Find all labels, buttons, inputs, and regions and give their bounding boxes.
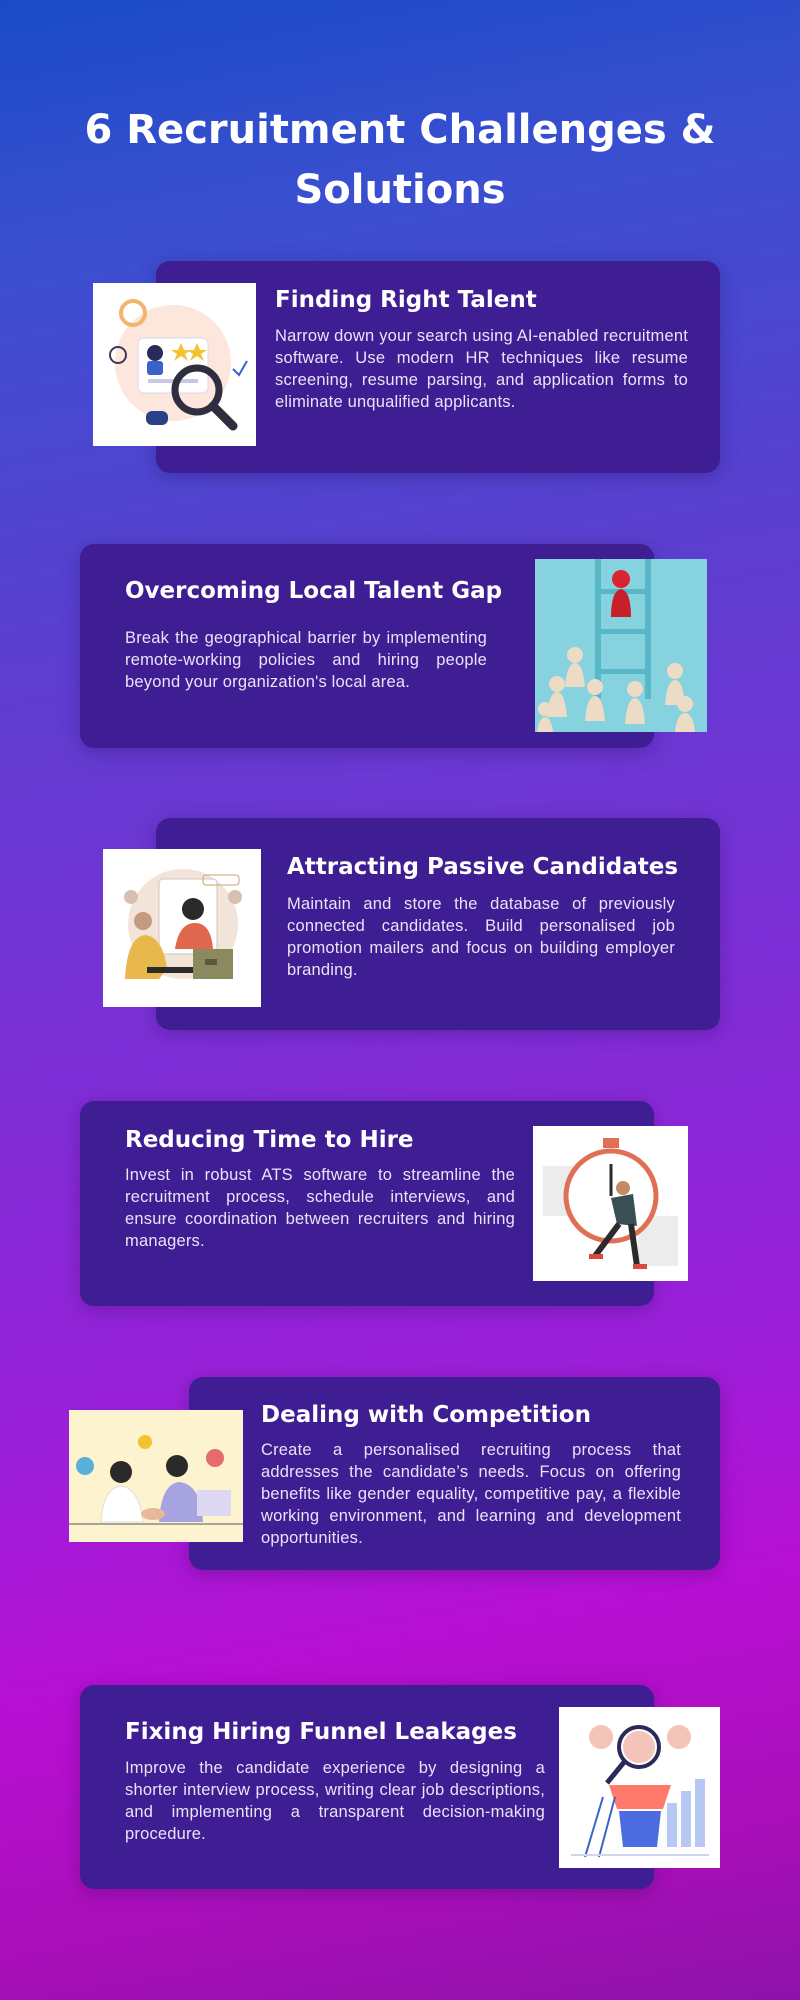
- people-laptop-icon: [103, 849, 261, 1007]
- card-heading: Reducing Time to Hire: [125, 1127, 414, 1153]
- handshake-icon: [69, 1410, 243, 1542]
- funnel-magnifier-icon: [559, 1707, 720, 1868]
- card-body: Improve the candidate experience by desi…: [125, 1759, 545, 1843]
- card-body: Narrow down your search using AI-enabled…: [275, 327, 689, 411]
- challenge-card-competition: Dealing with Competition Create a person…: [189, 1377, 720, 1570]
- stopwatch-runner-icon: [533, 1126, 688, 1281]
- card-body: Maintain and store the database of previ…: [287, 895, 675, 979]
- card-heading: Finding Right Talent: [275, 287, 537, 313]
- card-heading: Dealing with Competition: [261, 1402, 591, 1428]
- magnifier-candidate-icon: [93, 283, 256, 446]
- page-title: 6 Recruitment Challenges & Solutions: [84, 107, 716, 213]
- card-body: Break the geographical barrier by implem…: [125, 629, 487, 691]
- card-heading: Fixing Hiring Funnel Leakages: [125, 1719, 517, 1745]
- card-body: Invest in robust ATS software to streaml…: [125, 1166, 515, 1250]
- ladder-pawns-icon: [535, 559, 707, 732]
- card-heading: Overcoming Local Talent Gap: [125, 578, 503, 604]
- card-body: Create a personalised recruiting process…: [261, 1441, 681, 1547]
- card-heading: Attracting Passive Candidates: [287, 854, 679, 880]
